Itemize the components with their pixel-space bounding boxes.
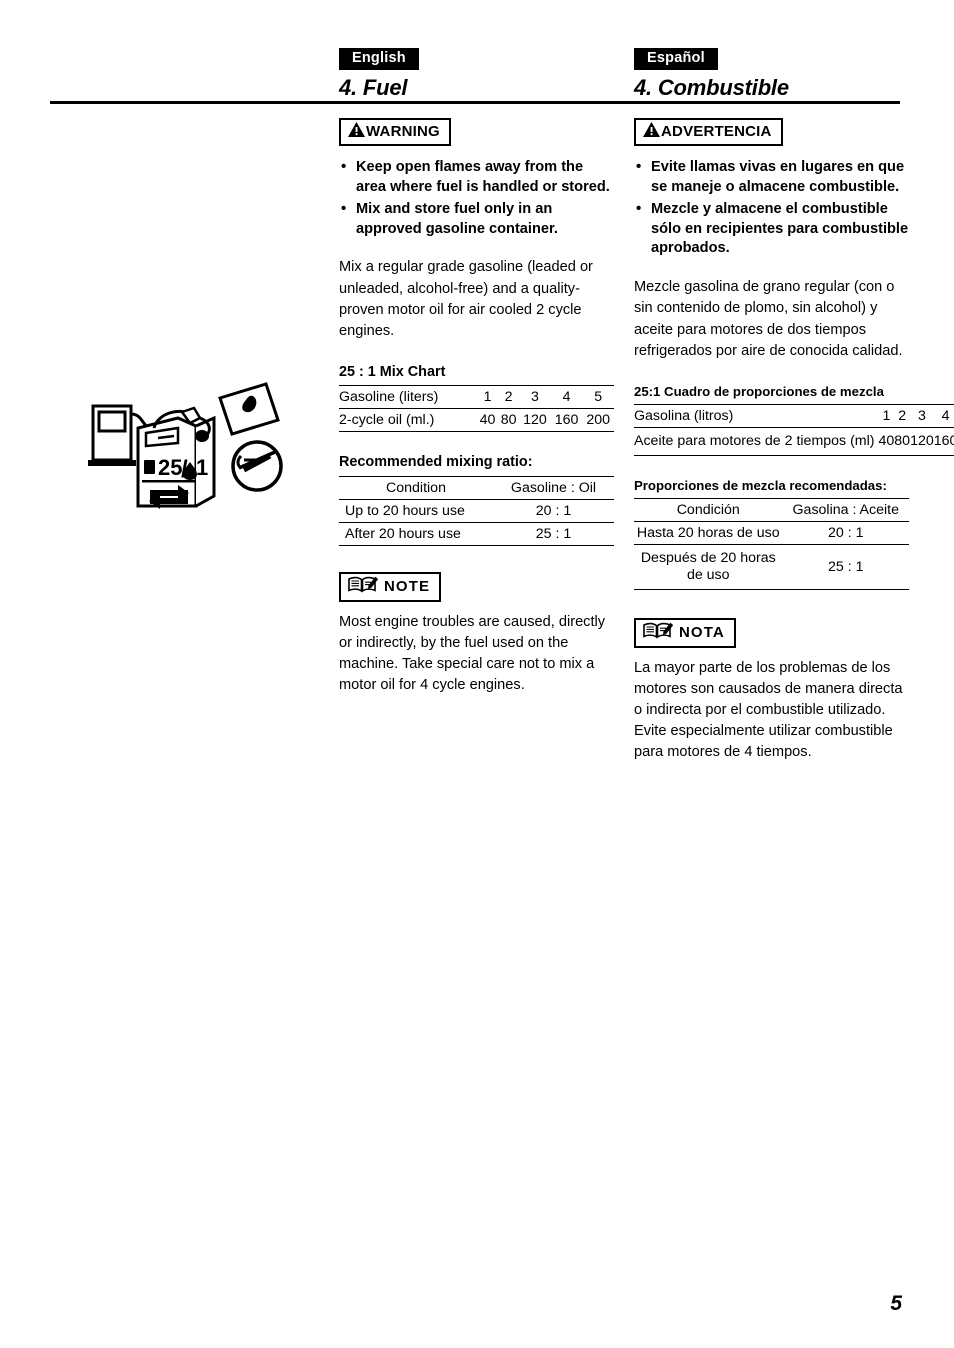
note-text-english: Most engine troubles are caused, directl… bbox=[339, 613, 606, 694]
ratio-table-english: Condition Gasoline : Oil Up to 20 hours … bbox=[339, 476, 614, 546]
page-number: 5 bbox=[890, 1292, 902, 1315]
warning-bullets-spanish: Evite llamas vivas en lugares en que se … bbox=[634, 157, 909, 260]
header-divider bbox=[50, 101, 900, 104]
ratio-value: 25 : 1 bbox=[828, 558, 864, 575]
warning-triangle-icon bbox=[348, 122, 365, 141]
mix-cell: 160 bbox=[554, 412, 579, 429]
fuel-mixing-illustration: 25 / 1 bbox=[78, 378, 310, 518]
mix-cell: 120 bbox=[910, 433, 934, 450]
mix-cell: 40 bbox=[479, 412, 496, 429]
column-english: WARNING Keep open flames away from the a… bbox=[339, 118, 614, 696]
ratio-condition: Hasta 20 horas de uso bbox=[636, 524, 780, 541]
ratio-condition: After 20 hours use bbox=[345, 525, 461, 542]
table-header-row: Condition Gasoline : Oil bbox=[339, 476, 614, 500]
warning-bullet-item: Mix and store fuel only in an approved g… bbox=[339, 199, 614, 240]
mix-cell: 80 bbox=[894, 433, 911, 450]
warning-bullet-item: Evite llamas vivas en lugares en que se … bbox=[634, 157, 909, 198]
fuel-paragraph-spanish: Mezcle gasolina de grano regular (con o … bbox=[634, 279, 903, 359]
mix-cell: 1 bbox=[882, 407, 891, 424]
mix-cell: 200 bbox=[586, 412, 610, 429]
mix-row-label: Gasoline (liters) bbox=[339, 389, 439, 406]
mix-cell: 120 bbox=[523, 412, 547, 429]
warning-box-english: WARNING bbox=[339, 118, 451, 146]
mix-cell: 2 bbox=[504, 389, 513, 406]
mix-chart-table-english: Gasoline (liters) 1 2 3 4 5 2-cycle oil … bbox=[339, 385, 614, 432]
warning-bullet-item: Mezcle y almacene el combustible sólo en… bbox=[634, 199, 909, 260]
table-row: Hasta 20 horas de uso 20 : 1 bbox=[634, 521, 909, 545]
table-row: After 20 hours use 25 : 1 bbox=[339, 522, 614, 546]
table-row: 2-cycle oil (ml.) 40 80 120 160 200 bbox=[339, 409, 614, 432]
mix-cell: 1 bbox=[483, 389, 492, 406]
note-label-english: NOTE bbox=[384, 577, 431, 595]
mix-chart-heading-english: 25 : 1 Mix Chart bbox=[339, 364, 446, 380]
column-spanish: ADVERTENCIA Evite llamas vivas en lugare… bbox=[634, 118, 954, 763]
mix-cell: 4 bbox=[941, 407, 950, 424]
ratio-header-condition: Condition bbox=[386, 479, 446, 496]
mix-row-label: Aceite para motores de 2 tiempos (ml) bbox=[634, 432, 875, 449]
mix-row-label: Gasolina (litros) bbox=[634, 407, 734, 424]
ratio-header-value: Gasoline : Oil bbox=[510, 479, 597, 496]
ratio-header-value: Gasolina : Aceite bbox=[792, 501, 899, 518]
ratio-heading-spanish: Proporciones de mezcla recomendadas: bbox=[634, 477, 887, 493]
mix-cell: 3 bbox=[917, 407, 926, 424]
mix-cell: 2 bbox=[898, 407, 907, 424]
mix-cell: 4 bbox=[562, 389, 571, 406]
warning-label-spanish: ADVERTENCIA bbox=[661, 123, 772, 140]
ratio-value: 25 : 1 bbox=[535, 525, 572, 542]
warning-triangle-icon bbox=[643, 122, 660, 141]
mix-row-label: 2-cycle oil (ml.) bbox=[339, 412, 435, 429]
ratio-header-condition: Condición bbox=[676, 501, 740, 518]
warning-bullets-english: Keep open flames away from the area wher… bbox=[339, 157, 614, 240]
ratio-heading-english: Recommended mixing ratio: bbox=[339, 454, 533, 471]
mix-cell: 3 bbox=[530, 389, 539, 406]
note-box-english: NOTE bbox=[339, 571, 442, 602]
table-header-row: Condición Gasolina : Aceite bbox=[634, 498, 909, 522]
svg-text:25: 25 bbox=[158, 455, 182, 480]
note-label-spanish: NOTA bbox=[679, 623, 725, 641]
mix-chart-heading-spanish: 25:1 Cuadro de proporciones de mezcla bbox=[634, 383, 884, 399]
section-title-english: 4. Fuel bbox=[339, 75, 408, 100]
fuel-paragraph-english: Mix a regular grade gasoline (leaded or … bbox=[339, 259, 593, 339]
mix-cell: 40 bbox=[878, 433, 895, 450]
ratio-value: 20 : 1 bbox=[535, 502, 572, 519]
section-title-spanish: 4. Combustible bbox=[634, 75, 789, 100]
ratio-table-spanish: Condición Gasolina : Aceite Hasta 20 hor… bbox=[634, 498, 909, 590]
warning-box-spanish: ADVERTENCIA bbox=[634, 118, 783, 146]
mix-cell: 160 bbox=[933, 433, 954, 450]
note-box-spanish: NOTA bbox=[634, 617, 736, 648]
note-book-icon bbox=[348, 576, 379, 597]
ratio-condition: Up to 20 hours use bbox=[345, 502, 465, 519]
mix-cell: 80 bbox=[500, 412, 517, 429]
table-row: Gasolina (litros) 1 2 3 4 5 bbox=[634, 404, 954, 428]
mix-chart-table-spanish: Gasolina (litros) 1 2 3 4 5 Aceite para … bbox=[634, 404, 954, 456]
language-tag-english: English bbox=[339, 48, 419, 70]
table-row: Up to 20 hours use 20 : 1 bbox=[339, 499, 614, 523]
mix-cell: 5 bbox=[594, 389, 603, 406]
note-book-icon bbox=[643, 622, 674, 643]
ratio-condition: Después de 20 horas de uso bbox=[640, 549, 776, 583]
table-row: Después de 20 horas de uso 25 : 1 bbox=[634, 544, 909, 590]
warning-label-english: WARNING bbox=[366, 123, 440, 140]
note-text-spanish: La mayor parte de los problemas de los m… bbox=[634, 659, 903, 761]
ratio-value: 20 : 1 bbox=[828, 524, 864, 541]
svg-text:1: 1 bbox=[196, 455, 208, 480]
language-tag-spanish: Español bbox=[634, 48, 718, 70]
table-row: Gasoline (liters) 1 2 3 4 5 bbox=[339, 385, 614, 409]
table-row: Aceite para motores de 2 tiempos (ml) 40… bbox=[634, 427, 954, 456]
warning-bullet-item: Keep open flames away from the area wher… bbox=[339, 157, 614, 198]
